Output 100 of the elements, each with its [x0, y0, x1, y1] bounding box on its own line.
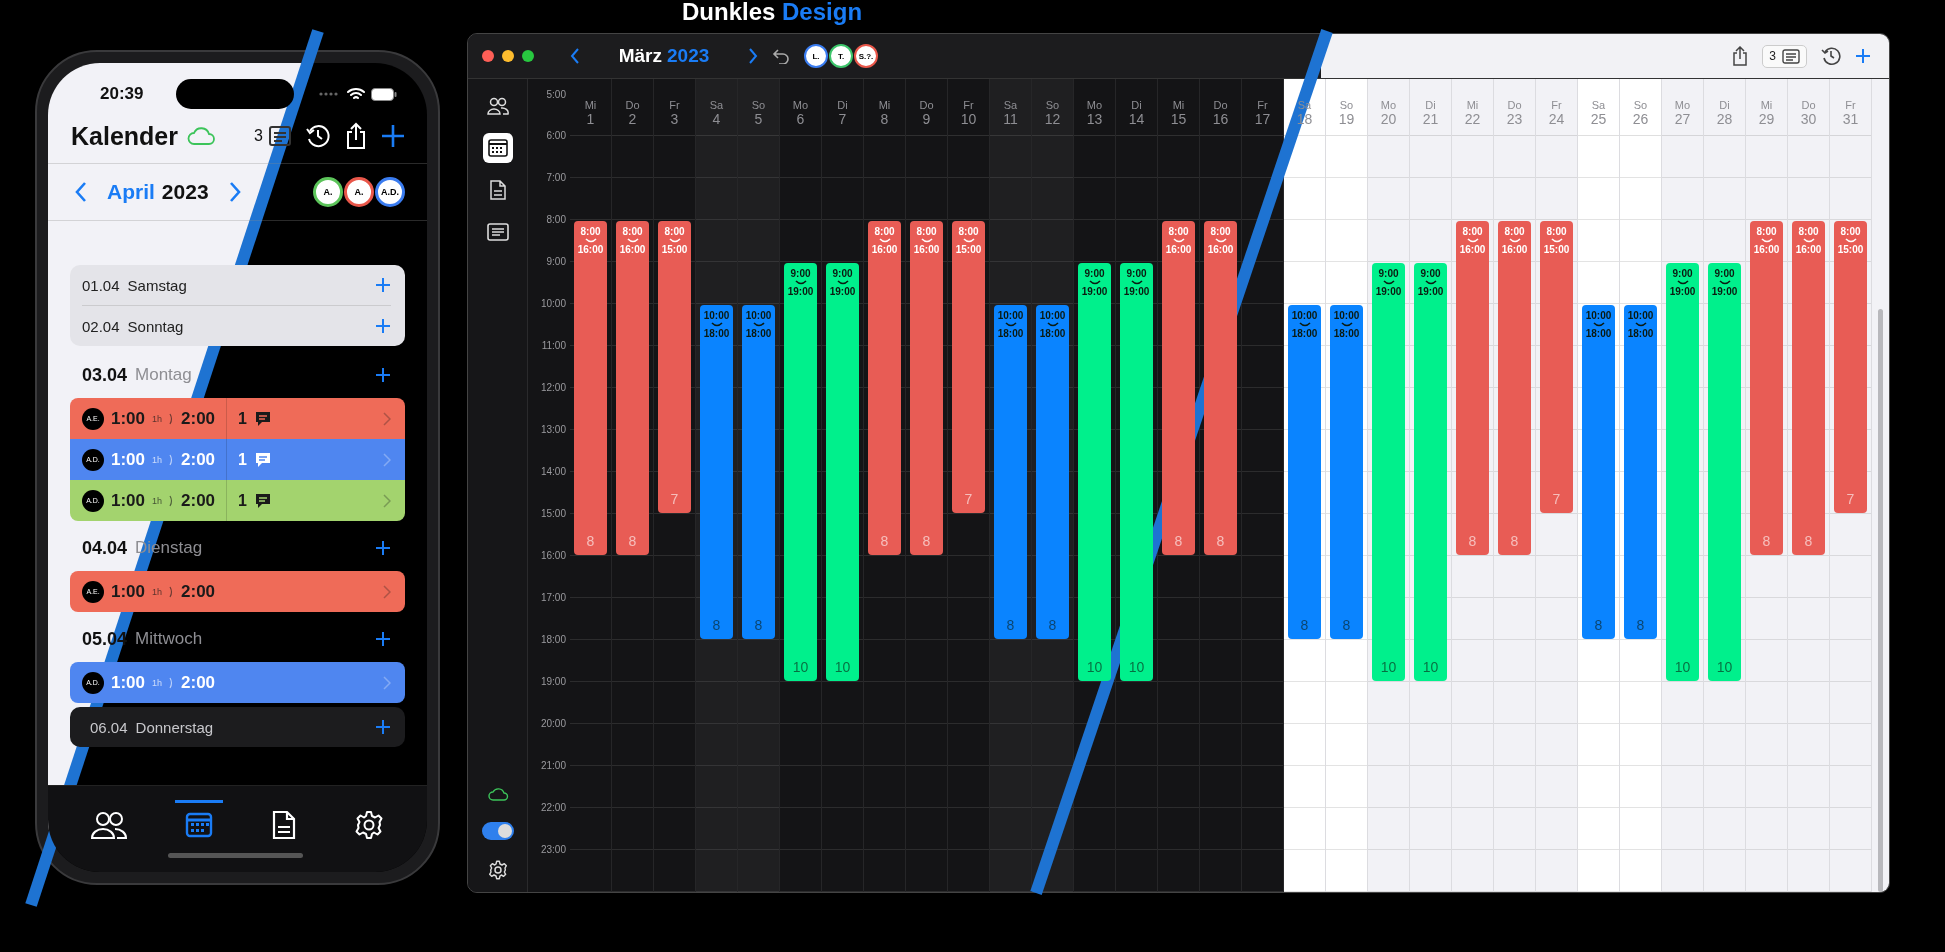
- shift-bar[interactable]: 8:00 16:00 8: [1750, 221, 1783, 555]
- avatar[interactable]: L.: [804, 44, 828, 68]
- shift-bar[interactable]: 9:00 19:00 10: [1414, 263, 1447, 681]
- add-icon[interactable]: [375, 277, 391, 293]
- hours-total: 8: [1006, 617, 1015, 633]
- end-time: 19:00: [1123, 286, 1150, 298]
- avatar[interactable]: A.: [313, 177, 343, 207]
- start-time: 8:00: [580, 226, 601, 238]
- shift-bar[interactable]: 9:00 19:00 10: [1372, 263, 1405, 681]
- start-time: 10:00: [1627, 310, 1654, 322]
- duration-label: 1h: [152, 677, 163, 688]
- range-icon: [1381, 280, 1396, 286]
- day-number: 4: [712, 111, 721, 127]
- shift-bar[interactable]: 8:00 15:00 7: [1834, 221, 1867, 513]
- shift-bar[interactable]: 8:00 16:00 8: [910, 221, 943, 555]
- range-icon: [709, 322, 724, 328]
- hour-label: 19:00: [539, 676, 567, 687]
- add-icon[interactable]: [375, 367, 391, 383]
- range-icon: [1675, 280, 1690, 286]
- hour-label: 6:00: [545, 130, 567, 141]
- add-icon[interactable]: [375, 719, 391, 735]
- shift-bar[interactable]: 8:00 15:00 7: [658, 221, 691, 513]
- weekday-label: Di: [1131, 99, 1142, 111]
- list-icon[interactable]: [269, 126, 291, 146]
- shift-bar[interactable]: 10:00 18:00 8: [1288, 305, 1321, 639]
- zoom-button[interactable]: [522, 50, 534, 62]
- minimize-button[interactable]: [502, 50, 514, 62]
- add-icon[interactable]: [375, 631, 391, 647]
- hours-total: 8: [1594, 617, 1603, 633]
- shift-bar[interactable]: 10:00 18:00 8: [1036, 305, 1069, 639]
- avatar[interactable]: A.D.: [375, 177, 405, 207]
- add-icon[interactable]: [375, 318, 391, 334]
- share-icon[interactable]: [1732, 46, 1749, 66]
- history-icon[interactable]: [305, 123, 331, 149]
- previous-month-icon[interactable]: [570, 48, 580, 64]
- avatar[interactable]: A.: [344, 177, 374, 207]
- shift-bar[interactable]: 10:00 18:00 8: [742, 305, 775, 639]
- end-time: 16:00: [1753, 244, 1780, 256]
- start-time: 8:00: [664, 226, 685, 238]
- shift-bar[interactable]: 8:00 16:00 8: [616, 221, 649, 555]
- shift-bar[interactable]: 10:00 18:00 8: [700, 305, 733, 639]
- shift-bar[interactable]: 10:00 18:00 8: [1330, 305, 1363, 639]
- end-time: 15:00: [1543, 244, 1570, 256]
- hours-total: 8: [1216, 533, 1225, 549]
- history-icon[interactable]: [1821, 46, 1841, 66]
- hours-total: 10: [792, 659, 809, 675]
- shift-bar[interactable]: 9:00 19:00 10: [1078, 263, 1111, 681]
- shift-bar[interactable]: 8:00 16:00 8: [1456, 221, 1489, 555]
- shift-bar[interactable]: 8:00 15:00 7: [1540, 221, 1573, 513]
- next-month-icon[interactable]: [227, 181, 242, 203]
- end-time: 19:00: [829, 286, 856, 298]
- day-number: 31: [1842, 111, 1859, 127]
- shift-bar[interactable]: 9:00 19:00 10: [1666, 263, 1699, 681]
- shift-bar[interactable]: 8:00 16:00 8: [1204, 221, 1237, 555]
- hour-label: 18:00: [539, 634, 567, 645]
- duration-label: 1h: [152, 413, 163, 424]
- close-button[interactable]: [482, 50, 494, 62]
- shift-bar[interactable]: 9:00 19:00 10: [826, 263, 859, 681]
- hour-label: 13:00: [539, 424, 567, 435]
- shift-bar[interactable]: 9:00 19:00 10: [784, 263, 817, 681]
- next-month-icon[interactable]: [748, 48, 758, 64]
- hours-total: 8: [712, 617, 721, 633]
- toggle-switch[interactable]: [481, 822, 514, 840]
- year-label: 2023: [161, 180, 209, 204]
- add-icon[interactable]: [381, 124, 405, 148]
- shift-bar[interactable]: 9:00 19:00 10: [1120, 263, 1153, 681]
- shift-bar[interactable]: 8:00 16:00 8: [1162, 221, 1195, 555]
- shift-bar[interactable]: 10:00 18:00 8: [1582, 305, 1615, 639]
- shift-bar[interactable]: 10:00 18:00 8: [1624, 305, 1657, 639]
- start-time: 9:00: [832, 268, 853, 280]
- end-time: 18:00: [1627, 328, 1654, 340]
- undo-icon[interactable]: [772, 48, 790, 64]
- comment-count: 1: [238, 491, 247, 510]
- shift-bar[interactable]: 8:00 16:00 8: [1792, 221, 1825, 555]
- day-number: 25: [1590, 111, 1607, 127]
- share-icon[interactable]: [345, 122, 367, 150]
- range-icon: [877, 238, 892, 244]
- day-number: 27: [1674, 111, 1691, 127]
- sidebar-item[interactable]: [482, 133, 513, 163]
- shift-bar[interactable]: 8:00 16:00 8: [574, 221, 607, 555]
- shift-bar[interactable]: 8:00 15:00 7: [952, 221, 985, 513]
- avatar[interactable]: S.?.: [854, 44, 878, 68]
- settings-icon[interactable]: [487, 860, 508, 880]
- add-icon[interactable]: [1855, 48, 1871, 64]
- scrollbar[interactable]: [1878, 309, 1883, 892]
- shift-bar[interactable]: 8:00 16:00 8: [868, 221, 901, 555]
- shift-bar[interactable]: 10:00 18:00 8: [994, 305, 1027, 639]
- end-time: 16:00: [1165, 244, 1192, 256]
- weekday-label: Mi: [878, 99, 891, 111]
- previous-month-icon[interactable]: [74, 181, 88, 203]
- documents-button[interactable]: 3: [1762, 44, 1807, 68]
- weekday-label: Di: [1425, 99, 1436, 111]
- add-icon[interactable]: [375, 540, 391, 556]
- cloud-icon: [186, 126, 216, 146]
- weekday-label: Montag: [135, 365, 192, 385]
- weekday-label: Mo: [1380, 99, 1397, 111]
- shift-bar[interactable]: 9:00 19:00 10: [1708, 263, 1741, 681]
- shift-bar[interactable]: 8:00 16:00 8: [1498, 221, 1531, 555]
- day-number: 2: [628, 111, 637, 127]
- avatar[interactable]: T.: [829, 44, 853, 68]
